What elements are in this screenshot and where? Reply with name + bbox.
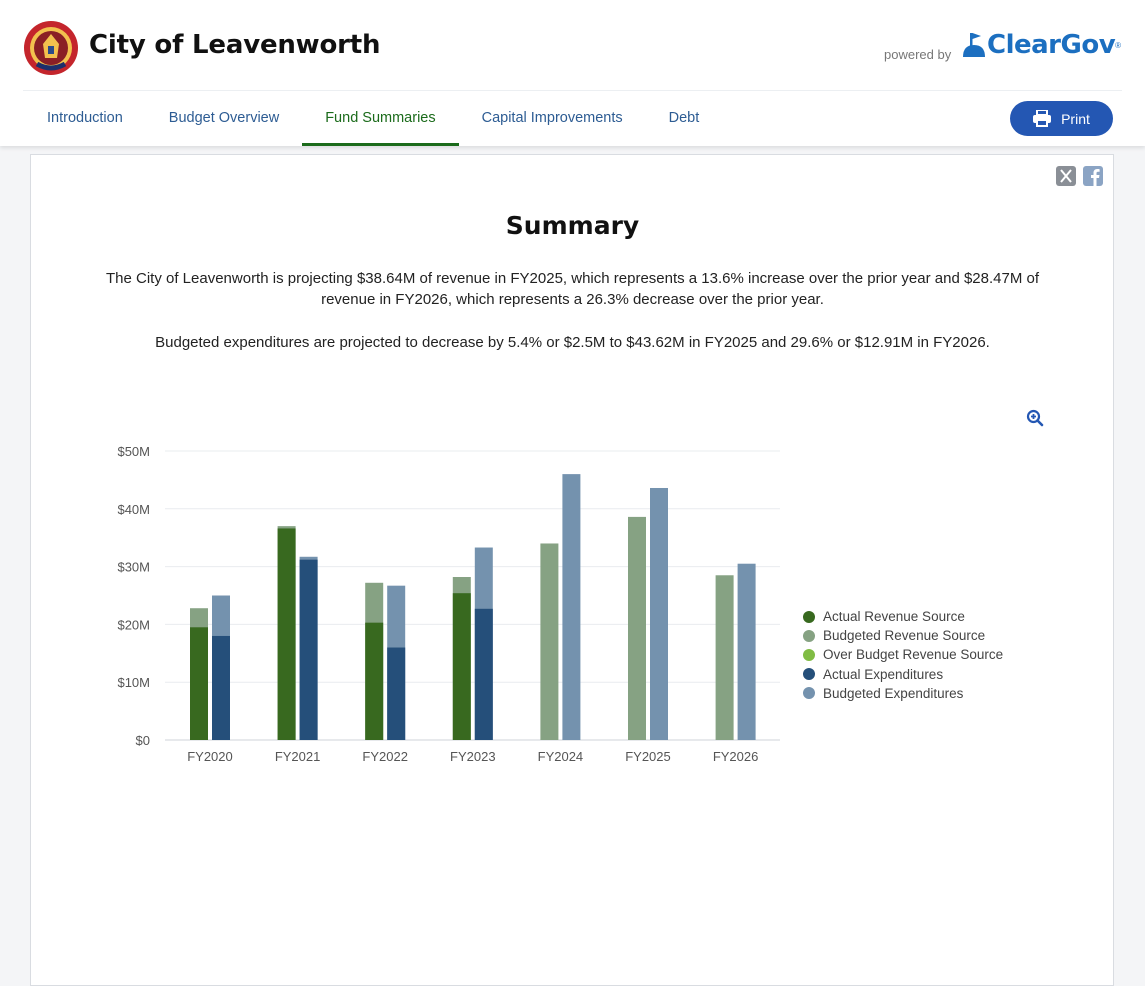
budgeted-revenue-bar[interactable]	[628, 516, 646, 740]
y-tick-label: $20M	[117, 617, 150, 632]
y-tick-label: $50M	[117, 444, 150, 459]
legend-item[interactable]: Budgeted Revenue Source	[803, 626, 1003, 645]
legend-item[interactable]: Budgeted Expenditures	[803, 684, 1003, 703]
budgeted-expenditures-bar[interactable]	[650, 487, 668, 740]
actual-revenue-bar[interactable]	[452, 593, 471, 740]
actual-expenditures-bar[interactable]	[299, 559, 318, 740]
legend-label: Actual Expenditures	[823, 666, 944, 682]
legend-swatch	[803, 668, 815, 681]
actual-revenue-bar[interactable]	[277, 528, 296, 740]
x-tick-label: FY2025	[625, 749, 671, 764]
x-tick-label: FY2026	[713, 749, 759, 764]
y-tick-label: $0	[136, 733, 150, 748]
actual-expenditures-bar[interactable]	[474, 608, 493, 740]
x-tick-label: FY2022	[362, 749, 408, 764]
legend-swatch	[803, 629, 815, 642]
legend-label: Actual Revenue Source	[823, 609, 965, 625]
legend-label: Budgeted Expenditures	[823, 685, 964, 701]
legend-item[interactable]: Actual Revenue Source	[803, 607, 1003, 626]
y-tick-label: $10M	[117, 675, 150, 690]
gridlines	[165, 450, 780, 741]
legend-item[interactable]: Actual Expenditures	[803, 665, 1003, 684]
revenue-expenditure-chart: $0$10M$20M$30M$40M$50M FY2020 FY2021 FY202…	[117, 444, 780, 764]
actual-expenditures-bar[interactable]	[212, 635, 230, 740]
legend-label: Over Budget Revenue Source	[823, 647, 1004, 663]
y-tick-label: $40M	[117, 502, 150, 517]
legend-swatch	[803, 610, 815, 623]
y-tick-label: $30M	[117, 560, 150, 575]
legend-label: Budgeted Revenue Source	[823, 628, 986, 644]
bars	[190, 474, 756, 740]
x-tick-label: FY2021	[275, 749, 321, 764]
x-axis: FY2020 FY2021 FY2022 FY2023 FY2024 FY2025 FY20…	[187, 749, 758, 764]
legend-item[interactable]: Over Budget Revenue Source	[803, 645, 1003, 664]
actual-revenue-bar[interactable]	[190, 627, 208, 740]
x-tick-label: FY2020	[187, 749, 233, 764]
actual-revenue-bar[interactable]	[365, 622, 384, 740]
legend-swatch	[803, 648, 815, 661]
actual-expenditures-bar[interactable]	[387, 647, 406, 740]
y-axis: $0 $10M $20M $30M $40M $50M	[117, 444, 150, 748]
budgeted-revenue-bar[interactable]	[715, 575, 734, 740]
x-tick-label: FY2023	[450, 749, 496, 764]
legend-swatch	[803, 687, 815, 700]
chart-legend: Actual Revenue Source Budgeted Revenue So…	[803, 607, 1003, 703]
x-tick-label: FY2024	[538, 749, 584, 764]
budgeted-revenue-bar[interactable]	[540, 543, 559, 740]
budgeted-expenditures-bar[interactable]	[562, 474, 581, 740]
budgeted-expenditures-bar[interactable]	[737, 563, 756, 740]
